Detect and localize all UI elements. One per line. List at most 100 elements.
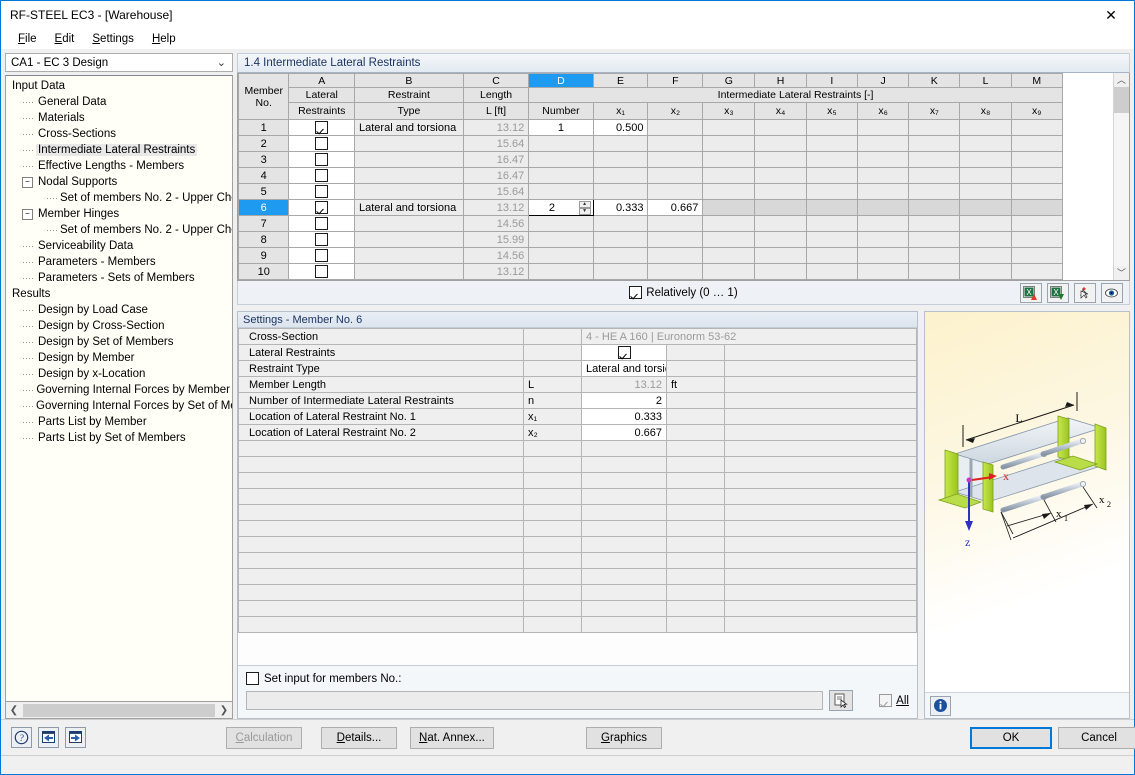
cell-x8-1[interactable] bbox=[959, 119, 1012, 136]
cell-x8-3[interactable] bbox=[959, 151, 1012, 168]
table-row[interactable]: 8 15.99 bbox=[237, 231, 1113, 248]
menu-settings[interactable]: Settings bbox=[83, 31, 143, 47]
cell-x6-7[interactable] bbox=[856, 215, 910, 232]
cell-x5-7[interactable] bbox=[805, 215, 858, 232]
tree-item-19[interactable]: ···· Governing Internal Forces by Member bbox=[6, 382, 232, 398]
cell-x5-9[interactable] bbox=[805, 247, 858, 264]
cell-x4-4[interactable] bbox=[754, 167, 807, 184]
cell-x3-4[interactable] bbox=[702, 167, 756, 184]
settings-value-6[interactable]: 0.667 bbox=[581, 424, 667, 441]
excel-import-icon[interactable]: X bbox=[1019, 283, 1042, 303]
calculation-button[interactable]: Calculation bbox=[226, 726, 302, 749]
grid-col-G[interactable]: G bbox=[702, 73, 756, 88]
cell-x5-6[interactable] bbox=[805, 199, 858, 216]
row-header-7[interactable]: 7 bbox=[237, 215, 290, 232]
all-checkbox[interactable] bbox=[879, 694, 893, 707]
row-header-1[interactable]: 1 bbox=[237, 119, 290, 136]
cell-x3-8[interactable] bbox=[702, 231, 756, 248]
grid-col-M[interactable]: M bbox=[1010, 73, 1063, 88]
grid-col-L[interactable]: L bbox=[959, 73, 1012, 88]
cell-restraint-type-5[interactable] bbox=[354, 183, 464, 200]
tree-item-22[interactable]: ···· Parts List by Set of Members bbox=[6, 430, 232, 446]
restraints-table[interactable]: Member No. A B C D E F G H I J K L M Lateral Restraint Le… bbox=[237, 73, 1113, 280]
cell-number-5[interactable] bbox=[528, 183, 594, 200]
cell-x2-8[interactable] bbox=[647, 231, 704, 248]
cell-x1-1[interactable]: 0.500 bbox=[592, 119, 649, 136]
info-icon[interactable] bbox=[929, 695, 951, 716]
cell-x1-6[interactable]: 0.333 bbox=[592, 199, 649, 216]
row-checkbox[interactable] bbox=[315, 169, 329, 182]
cell-x9-3[interactable] bbox=[1010, 151, 1063, 168]
tree-item-9[interactable]: ···· Set of members No. 2 - Upper Chord bbox=[6, 222, 232, 238]
tree-item-16[interactable]: ···· Design by Set of Members bbox=[6, 334, 232, 350]
excel-export-icon[interactable]: X bbox=[1046, 283, 1069, 303]
cell-x4-10[interactable] bbox=[754, 263, 807, 280]
tree-item-10[interactable]: ···· Serviceability Data bbox=[6, 238, 232, 254]
cell-restraint-type-6[interactable]: Lateral and torsiona bbox=[354, 199, 464, 216]
cell-x9-1[interactable] bbox=[1010, 119, 1063, 136]
hscroll-thumb[interactable] bbox=[23, 703, 215, 717]
row-header-10[interactable]: 10 bbox=[237, 263, 290, 280]
grid-col-E[interactable]: E bbox=[592, 73, 649, 88]
cell-x3-9[interactable] bbox=[702, 247, 756, 264]
cell-x8-5[interactable] bbox=[959, 183, 1012, 200]
row-checkbox[interactable] bbox=[315, 137, 329, 150]
cell-x9-7[interactable] bbox=[1010, 215, 1063, 232]
navigator-hscrollbar[interactable]: ❮ ❯ bbox=[5, 702, 233, 719]
table-row[interactable]: 10 13.12 bbox=[237, 263, 1113, 280]
cancel-button[interactable]: Cancel bbox=[1058, 726, 1135, 749]
row-checkbox[interactable] bbox=[315, 185, 329, 198]
cell-x9-10[interactable] bbox=[1010, 263, 1063, 280]
cell-lateral-restraints-1[interactable] bbox=[288, 119, 355, 136]
cell-x2-2[interactable] bbox=[647, 135, 704, 152]
tree-item-1[interactable]: ···· General Data bbox=[6, 94, 232, 110]
cell-restraint-type-3[interactable] bbox=[354, 151, 464, 168]
vscroll-track[interactable] bbox=[1113, 87, 1129, 266]
pick-pin-icon[interactable] bbox=[1073, 283, 1096, 303]
pick-member-icon[interactable] bbox=[829, 690, 854, 711]
row-header-4[interactable]: 4 bbox=[237, 167, 290, 184]
cell-x7-3[interactable] bbox=[908, 151, 961, 168]
next-icon[interactable] bbox=[65, 727, 86, 748]
vscroll-thumb[interactable] bbox=[1113, 87, 1129, 113]
grid-col-C[interactable]: C bbox=[462, 73, 530, 88]
cell-x9-2[interactable] bbox=[1010, 135, 1063, 152]
table-row[interactable]: 5 15.64 bbox=[237, 183, 1113, 200]
cell-lateral-restraints-3[interactable] bbox=[288, 151, 355, 168]
cell-lateral-restraints-10[interactable] bbox=[288, 263, 355, 280]
cell-number-9[interactable] bbox=[528, 247, 594, 264]
cell-x7-10[interactable] bbox=[908, 263, 961, 280]
design-case-combo[interactable]: CA1 - EC 3 Design ⌄ bbox=[5, 53, 233, 72]
cell-x9-5[interactable] bbox=[1010, 183, 1063, 200]
cell-x4-5[interactable] bbox=[754, 183, 807, 200]
view-eye-icon[interactable] bbox=[1100, 283, 1123, 303]
cell-lateral-restraints-4[interactable] bbox=[288, 167, 355, 184]
cell-x6-9[interactable] bbox=[856, 247, 910, 264]
tree-item-13[interactable]: Results bbox=[6, 286, 232, 302]
close-icon[interactable]: ✕ bbox=[1088, 1, 1134, 29]
cell-x2-3[interactable] bbox=[647, 151, 704, 168]
tree-item-6[interactable]: − Nodal Supports bbox=[6, 174, 232, 190]
tree-item-20[interactable]: ···· Governing Internal Forces by Set of … bbox=[6, 398, 232, 414]
cell-x3-3[interactable] bbox=[702, 151, 756, 168]
cell-restraint-type-1[interactable]: Lateral and torsiona bbox=[354, 119, 464, 136]
cell-x5-3[interactable] bbox=[805, 151, 858, 168]
settings-table[interactable]: Cross-Section 4 - HE A 160 | Euronorm 53-… bbox=[238, 328, 917, 633]
settings-checkbox-box[interactable] bbox=[617, 346, 631, 359]
cell-x1-2[interactable] bbox=[592, 135, 649, 152]
cell-x6-8[interactable] bbox=[856, 231, 910, 248]
tree-item-18[interactable]: ···· Design by x-Location bbox=[6, 366, 232, 382]
menu-file[interactable]: File bbox=[9, 31, 46, 47]
cell-number-8[interactable] bbox=[528, 231, 594, 248]
tree-item-5[interactable]: ···· Effective Lengths - Members bbox=[6, 158, 232, 174]
cell-lateral-restraints-9[interactable] bbox=[288, 247, 355, 264]
grid-vscrollbar[interactable]: ︿ ﹀ bbox=[1112, 73, 1129, 280]
cell-x7-7[interactable] bbox=[908, 215, 961, 232]
row-checkbox[interactable] bbox=[315, 233, 329, 246]
cell-x4-2[interactable] bbox=[754, 135, 807, 152]
settings-value-4[interactable]: 2 bbox=[581, 392, 667, 409]
row-checkbox[interactable] bbox=[315, 249, 329, 262]
tree-item-15[interactable]: ···· Design by Cross-Section bbox=[6, 318, 232, 334]
cell-number-6[interactable]: 2 ▲ ▼ bbox=[528, 199, 594, 216]
row-header-3[interactable]: 3 bbox=[237, 151, 290, 168]
